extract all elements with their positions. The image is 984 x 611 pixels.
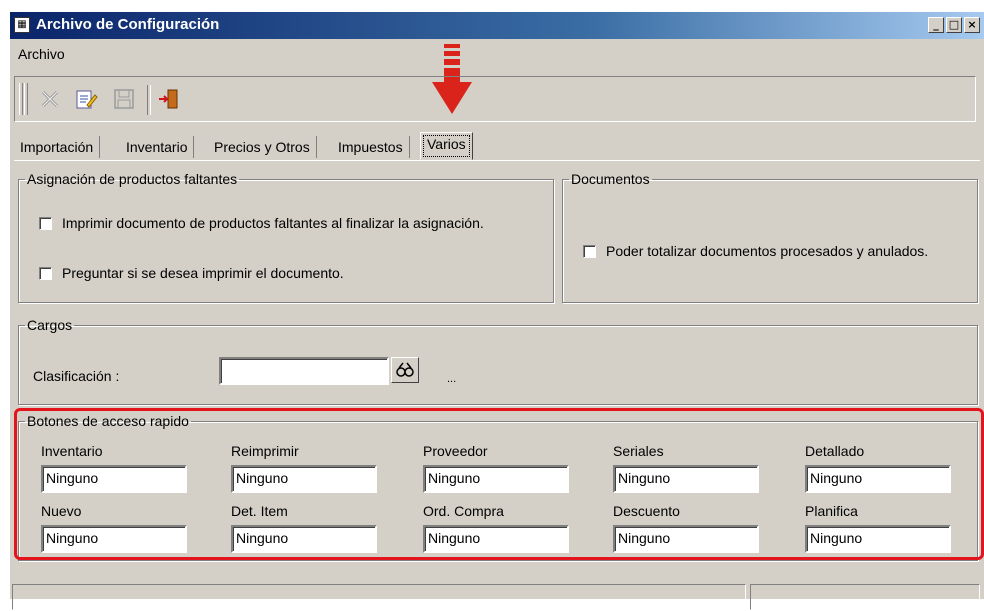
toolbar-grip[interactable] xyxy=(24,83,28,115)
checkbox-totalizar-documentos[interactable]: Poder totalizar documentos procesados y … xyxy=(583,243,928,259)
toolbar-grip[interactable] xyxy=(19,83,23,115)
clasificacion-ellipsis: ... xyxy=(447,373,457,385)
tab-precios-y-otros[interactable]: Precios y Otros xyxy=(208,136,317,158)
checkbox-box[interactable] xyxy=(583,244,596,258)
search-binoculars-icon xyxy=(396,362,414,377)
checkbox-imprimir-faltantes[interactable]: Imprimir documento de productos faltante… xyxy=(39,215,484,231)
annotation-highlight-box xyxy=(14,408,984,560)
exit-icon[interactable] xyxy=(155,86,181,112)
documentos-legend: Documentos xyxy=(571,171,650,187)
window-title: Archivo de Configuración xyxy=(36,16,220,33)
clasificacion-lookup-button[interactable] xyxy=(391,357,419,383)
app-icon: ▦ xyxy=(14,17,30,33)
status-pane-secondary xyxy=(750,584,980,610)
checkbox-label: Poder totalizar documentos procesados y … xyxy=(606,243,929,259)
save-icon[interactable] xyxy=(111,86,137,112)
tab-impuestos[interactable]: Impuestos xyxy=(332,136,410,158)
cargos-legend: Cargos xyxy=(27,317,73,333)
toolbar xyxy=(14,76,976,122)
checkbox-label: Imprimir documento de productos faltante… xyxy=(62,215,484,231)
tab-varios[interactable]: Varios xyxy=(420,132,473,160)
cargos-group: Cargos Clasificación : ... xyxy=(18,317,978,405)
minimize-icon[interactable]: _ xyxy=(928,17,944,33)
close-icon[interactable]: × xyxy=(964,17,980,33)
clasificacion-input[interactable] xyxy=(219,357,389,385)
delete-icon[interactable] xyxy=(37,86,63,112)
documentos-group: Documentos Poder totalizar documentos pr… xyxy=(562,171,978,303)
checkbox-preguntar-imprimir[interactable]: Preguntar si se desea imprimir el docume… xyxy=(39,265,344,281)
checkbox-box[interactable] xyxy=(39,266,52,280)
toolbar-separator xyxy=(147,85,151,115)
edit-icon[interactable] xyxy=(73,86,99,112)
tab-strip: Importación Inventario Precios y Otros I… xyxy=(14,132,514,160)
maximize-icon[interactable]: □ xyxy=(946,17,962,33)
checkbox-box[interactable] xyxy=(39,216,52,230)
status-bar xyxy=(10,582,984,611)
menu-bar: Archivo xyxy=(10,40,984,66)
checkbox-label: Preguntar si se desea imprimir el docume… xyxy=(62,265,344,281)
clasificacion-label: Clasificación : xyxy=(33,368,120,384)
asignacion-legend: Asignación de productos faltantes xyxy=(27,171,238,187)
menu-archivo[interactable]: Archivo xyxy=(18,46,65,62)
tab-importacion[interactable]: Importación xyxy=(14,136,101,158)
status-pane-main xyxy=(12,584,746,610)
title-bar[interactable]: ▦ Archivo de Configuración _ □ × xyxy=(10,12,984,39)
tab-inventario[interactable]: Inventario xyxy=(120,136,195,158)
asignacion-group: Asignación de productos faltantes Imprim… xyxy=(18,171,554,303)
